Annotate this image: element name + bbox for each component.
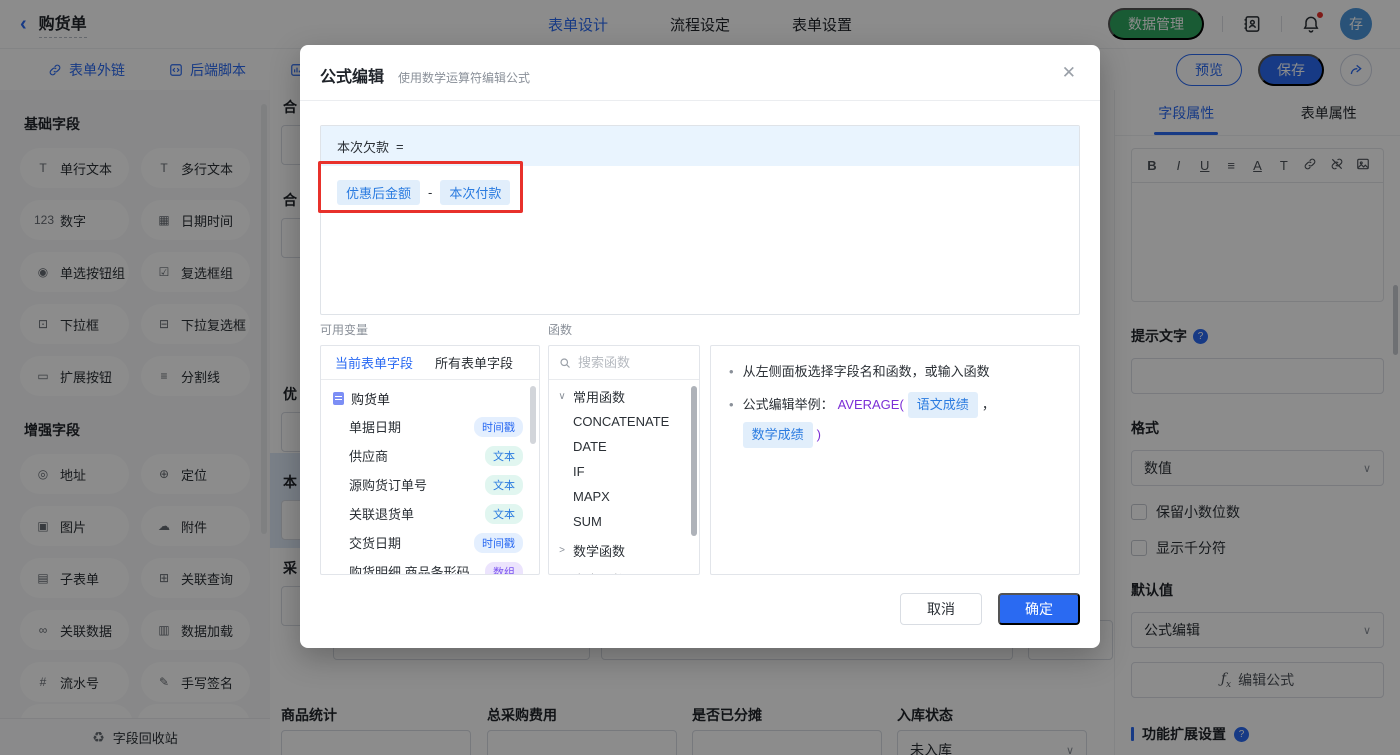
search-icon	[560, 357, 570, 368]
hints-panel: • 从左侧面板选择字段名和函数，或输入函数 • 公式编辑举例： AVERAGE(…	[710, 345, 1080, 575]
variable-field-row[interactable]: 源购货订单号 文本	[321, 470, 539, 499]
chevron-right-icon: >	[559, 544, 565, 556]
close-icon[interactable]: ✕	[1062, 63, 1076, 83]
function-search-input[interactable]	[578, 355, 678, 370]
function-group-common[interactable]: ∨ 常用函数	[549, 383, 699, 409]
function-item[interactable]: IF	[549, 459, 699, 484]
formula-edit-modal: 公式编辑 使用数学运算符编辑公式 ✕ 本次欠款 = 优惠后金额 - 本次付款 可…	[300, 45, 1100, 648]
modal-title: 公式编辑	[320, 69, 385, 86]
variable-field-name: 供应商	[349, 449, 389, 464]
functions-panel-label: 函数	[548, 323, 573, 337]
function-item[interactable]: DATE	[549, 434, 699, 459]
hint-line-1: • 从左侧面板选择字段名和函数，或输入函数	[729, 362, 1061, 382]
variable-type-badge: 时间戳	[474, 416, 523, 437]
variable-field-list: 单据日期 时间戳 供应商 文本 源购货订单号 文本 关联退货单 文本 交货日期 …	[321, 412, 539, 575]
variable-field-row[interactable]: 购货明细.商品条形码 数组	[321, 557, 539, 575]
variables-scrollbar[interactable]	[530, 386, 536, 444]
minus-operator: -	[428, 185, 433, 200]
formula-target-bar: 本次欠款 =	[321, 126, 1079, 166]
tab-all-form-fields[interactable]: 所有表单字段	[435, 353, 513, 372]
formula-editor-box[interactable]: 本次欠款 = 优惠后金额 - 本次付款	[320, 125, 1080, 315]
variable-field-row[interactable]: 供应商 文本	[321, 441, 539, 470]
bullet-icon: •	[729, 364, 734, 379]
function-item[interactable]: CONCATENATE	[549, 409, 699, 434]
function-item[interactable]: SUM	[549, 509, 699, 534]
function-item[interactable]: MAPX	[549, 484, 699, 509]
chevron-right-icon: >	[557, 574, 567, 575]
example-chip: 语文成绩	[907, 392, 978, 419]
variable-type-badge: 文本	[485, 503, 523, 524]
variable-field-name: 购货明细.商品条形码	[349, 565, 470, 575]
variable-field-name: 源购货订单号	[349, 478, 428, 493]
equals-sign: =	[396, 138, 404, 154]
variables-panel-label: 可用变量	[320, 323, 369, 337]
function-name-example: AVERAGE(	[837, 397, 904, 413]
tab-current-form-fields[interactable]: 当前表单字段	[335, 353, 413, 372]
hint-line-2: • 公式编辑举例： AVERAGE( 语文成绩 ， 数学成绩 )	[729, 392, 1061, 449]
formula-target: 本次欠款	[337, 139, 390, 155]
variables-panel: 当前表单字段 所有表单字段 购货单 单据日期 时间戳 供应商 文本 源购货订单号…	[320, 345, 540, 575]
function-group-math[interactable]: > 数学函数	[549, 537, 699, 563]
form-root-node[interactable]: 购货单	[321, 384, 539, 412]
chevron-down-icon: ∨	[558, 390, 566, 402]
field-chip[interactable]: 优惠后金额	[337, 180, 421, 205]
divider	[300, 100, 1100, 101]
bullet-icon: •	[729, 397, 734, 413]
field-chip[interactable]: 本次付款	[440, 180, 511, 205]
functions-panel: ∨ 常用函数 CONCATENATE DATE IF MAPX SUM > 数学…	[548, 345, 700, 575]
example-chip: 数学成绩	[742, 422, 813, 449]
function-group-text[interactable]: > 文本函数	[549, 566, 699, 575]
variable-field-row[interactable]: 单据日期 时间戳	[321, 412, 539, 441]
app-window: ‹ 购货单 表单设计 流程设定 表单设置 数据管理 存 表单外链 后端脚本 预览…	[0, 0, 1400, 755]
form-doc-icon	[333, 391, 344, 405]
confirm-button[interactable]: 确定	[998, 593, 1080, 625]
functions-scrollbar[interactable]	[691, 386, 697, 536]
variable-field-name: 关联退货单	[349, 507, 415, 522]
function-close-paren: )	[816, 427, 821, 443]
modal-subtitle: 使用数学运算符编辑公式	[398, 71, 531, 85]
variable-type-badge: 时间戳	[474, 532, 523, 553]
variable-field-name: 交货日期	[349, 536, 402, 551]
function-search[interactable]	[549, 346, 699, 380]
variable-field-row[interactable]: 关联退货单 文本	[321, 499, 539, 528]
variable-type-badge: 数组	[485, 561, 523, 574]
variable-field-name: 单据日期	[349, 420, 402, 435]
variable-type-badge: 文本	[485, 474, 523, 495]
formula-expression[interactable]: 优惠后金额 - 本次付款	[321, 166, 1079, 219]
cancel-button[interactable]: 取消	[900, 593, 982, 625]
variable-field-row[interactable]: 交货日期 时间戳	[321, 528, 539, 557]
variable-type-badge: 文本	[485, 445, 523, 466]
function-list: CONCATENATE DATE IF MAPX SUM	[549, 409, 699, 534]
